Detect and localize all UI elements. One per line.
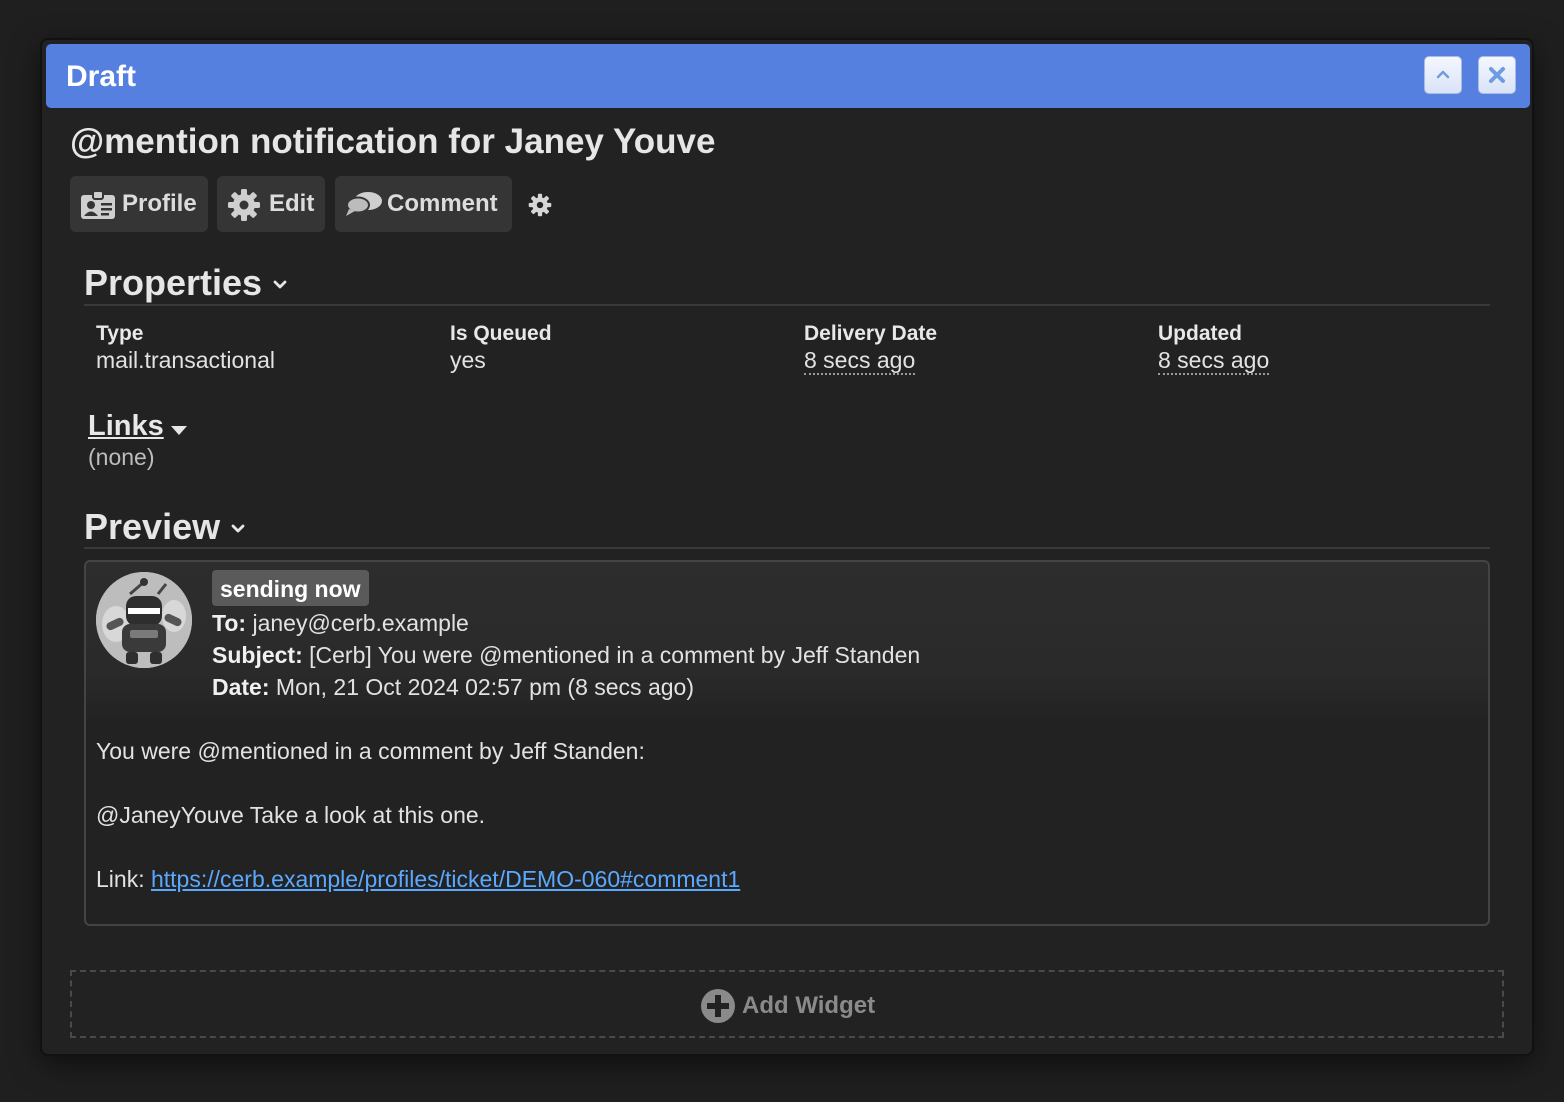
- collapse-button[interactable]: [1424, 56, 1462, 94]
- email-link-line: Link: https://cerb.example/profiles/tick…: [96, 866, 740, 893]
- email-body-line: You were @mentioned in a comment by Jeff…: [96, 738, 645, 764]
- add-widget-button[interactable]: Add Widget: [70, 970, 1504, 1038]
- property-label: Delivery Date: [804, 322, 938, 345]
- close-icon: [1489, 67, 1505, 83]
- gear-icon: [228, 189, 260, 221]
- comment-link[interactable]: https://cerb.example/profiles/ticket/DEM…: [151, 866, 740, 892]
- property-label: Updated: [1158, 322, 1242, 345]
- property-is-queued: Is Queued yes: [450, 322, 552, 374]
- email-subject-label: Subject:: [212, 642, 303, 668]
- email-body-line: @JaneyYouve Take a look at this one.: [96, 802, 486, 828]
- profile-button-label: Profile: [122, 190, 197, 217]
- record-title: @mention notification for Janey Youve: [70, 122, 716, 161]
- chevron-down-icon: [231, 525, 245, 533]
- close-button[interactable]: [1478, 56, 1516, 94]
- property-label: Type: [96, 322, 144, 345]
- caret-down-icon[interactable]: [170, 425, 188, 437]
- chevron-down-icon: [273, 281, 287, 289]
- profile-button[interactable]: Profile: [70, 176, 208, 232]
- email-preview: sending now To: janey@cerb.example Subje…: [84, 560, 1490, 926]
- status-badge: sending now: [212, 570, 369, 606]
- property-value: mail.transactional: [96, 347, 275, 373]
- email-date-label: Date:: [212, 674, 270, 700]
- edit-button[interactable]: Edit: [217, 176, 325, 232]
- email-subject-value: [Cerb] You were @mentioned in a comment …: [309, 642, 921, 668]
- property-type: Type mail.transactional: [96, 322, 275, 374]
- preview-divider: [84, 547, 1490, 549]
- comment-button-label: Comment: [387, 190, 498, 217]
- email-to-value: janey@cerb.example: [252, 610, 469, 636]
- email-date-line: Date: Mon, 21 Oct 2024 02:57 pm (8 secs …: [212, 674, 694, 701]
- property-value-relative-time[interactable]: 8 secs ago: [804, 347, 916, 375]
- preview-heading[interactable]: Preview: [84, 506, 246, 548]
- email-to-line: To: janey@cerb.example: [212, 610, 469, 637]
- id-card-icon: [81, 190, 115, 219]
- properties-heading-label: Properties: [84, 262, 263, 303]
- properties-heading[interactable]: Properties: [84, 262, 288, 304]
- property-label: Is Queued: [450, 322, 552, 345]
- property-value-relative-time[interactable]: 8 secs ago: [1158, 347, 1270, 375]
- chevron-up-icon: [1436, 70, 1450, 79]
- settings-gear-icon[interactable]: [528, 193, 552, 217]
- comment-button[interactable]: Comment: [335, 176, 512, 232]
- edit-button-label: Edit: [269, 190, 315, 217]
- add-widget-label: Add Widget: [742, 992, 876, 1019]
- email-subject-line: Subject: [Cerb] You were @mentioned in a…: [212, 642, 920, 669]
- preview-heading-label: Preview: [84, 506, 221, 547]
- email-date-value: Mon, 21 Oct 2024 02:57 pm (8 secs ago): [275, 674, 694, 700]
- email-link-label: Link:: [96, 866, 145, 892]
- property-value: yes: [450, 347, 486, 373]
- links-empty-text: (none): [88, 444, 155, 470]
- robot-avatar-icon: [96, 572, 192, 668]
- property-updated: Updated 8 secs ago: [1158, 322, 1270, 375]
- plus-circle-icon: [701, 989, 735, 1023]
- email-to-label: To:: [212, 610, 247, 636]
- links-heading[interactable]: Links: [88, 410, 164, 443]
- properties-divider: [84, 304, 1490, 306]
- dialog-title: Draft: [66, 60, 137, 93]
- comment-bubbles-icon: [346, 192, 382, 216]
- dialog-titlebar[interactable]: Draft: [46, 44, 1530, 108]
- property-delivery-date: Delivery Date 8 secs ago: [804, 322, 937, 375]
- avatar[interactable]: [96, 572, 192, 668]
